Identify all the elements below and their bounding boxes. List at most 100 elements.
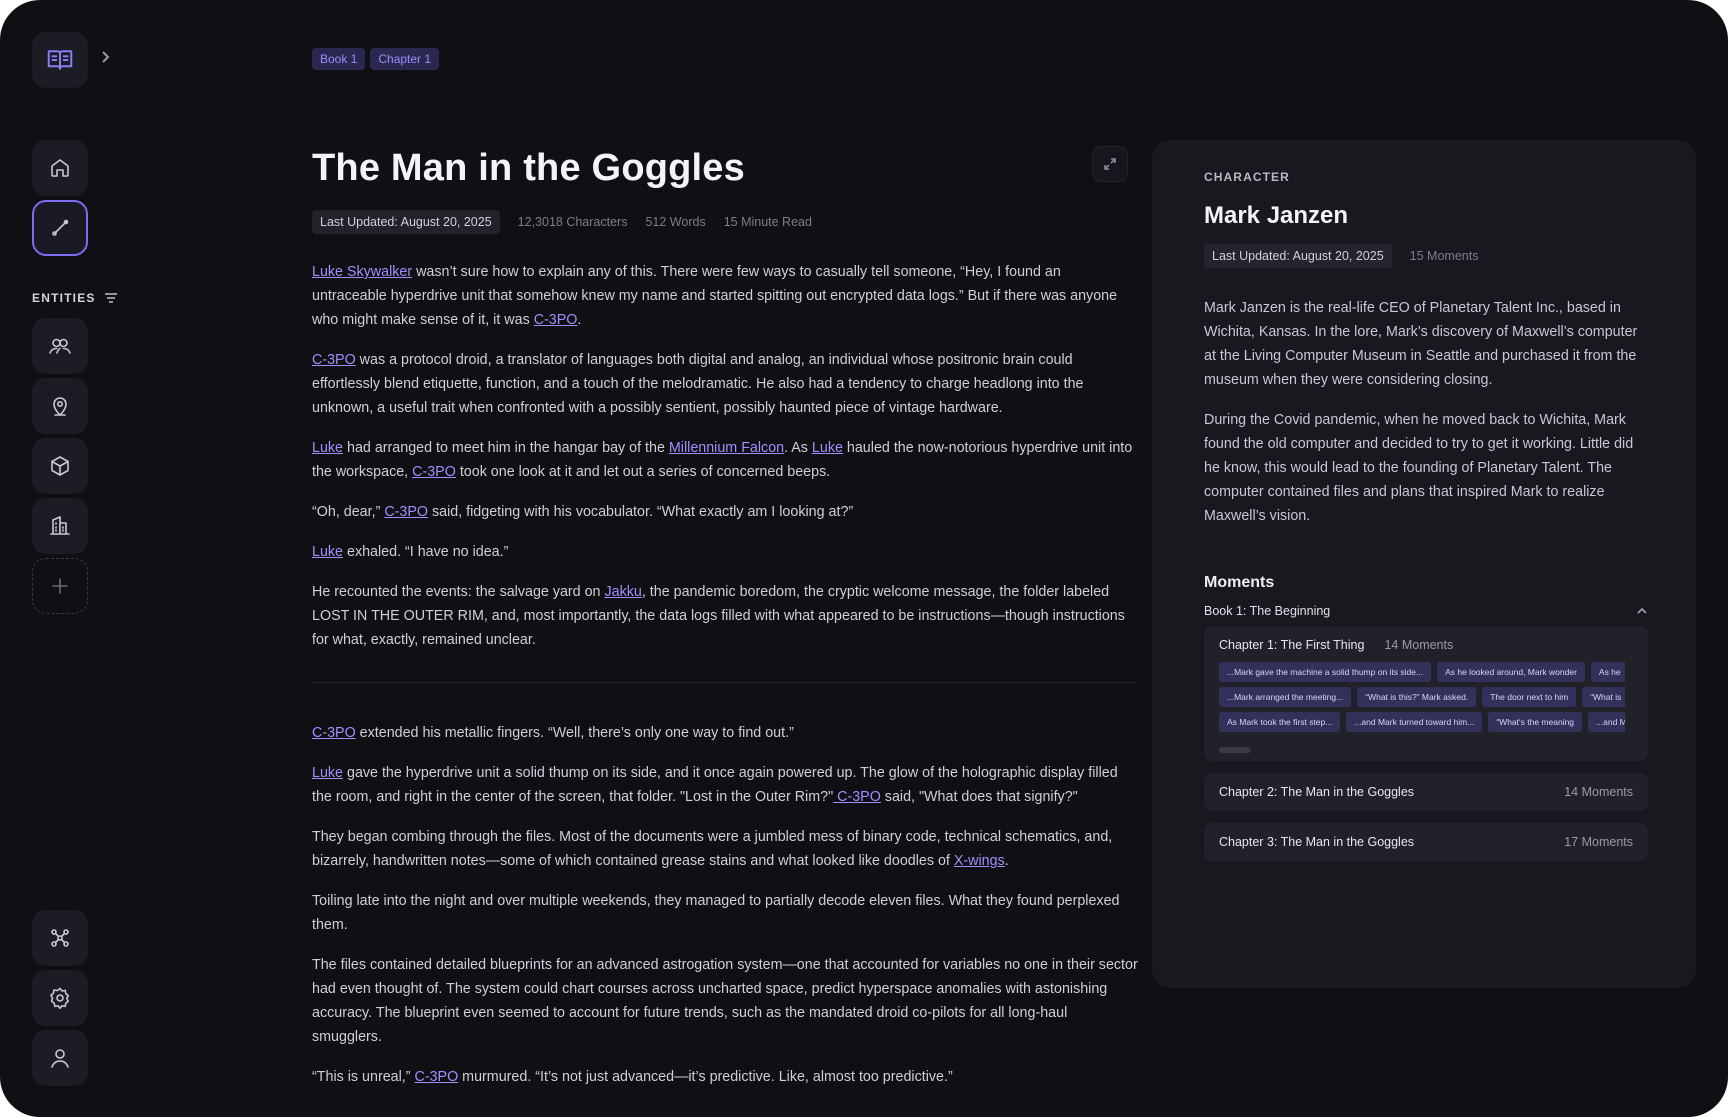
chapter-card-expanded[interactable]: Chapter 1: The First Thing 14 Moments ..… [1204, 626, 1648, 761]
breadcrumb-chapter[interactable]: Chapter 1 [370, 48, 440, 70]
chapter-title: Chapter 3: The Man in the Goggles [1219, 835, 1415, 849]
building-icon [50, 516, 70, 535]
moment-tag[interactable]: As Mark took the first step... [1219, 712, 1341, 732]
entities-label: ENTITIES [32, 291, 96, 305]
chapter-title: Chapter 1: The First Thing [1219, 638, 1365, 652]
bio-paragraph: During the Covid pandemic, when he moved… [1204, 412, 1634, 524]
app-frame: ENTITIES Book 1 Chapter 1 The Man in the… [0, 0, 1728, 1117]
chapter-moment-count: 14 Moments [1564, 785, 1633, 799]
sidebar-item-items[interactable] [32, 438, 88, 494]
moment-tag[interactable]: ...and Mark turned toward him... [1346, 712, 1483, 732]
filter-icon[interactable] [104, 292, 118, 304]
expand-sidebar-button[interactable] [98, 50, 112, 64]
panel-eyebrow: CHARACTER [1204, 170, 1290, 184]
book-label: Book 1: The Beginning [1204, 604, 1331, 618]
entity-link[interactable]: C-3PO [312, 725, 356, 741]
paragraph: Luke exhaled. “I have no idea.” [312, 544, 509, 560]
moment-tag[interactable]: ...Mark gave the machine a solid thump o… [1219, 662, 1432, 682]
chapter-card[interactable]: Chapter 2: The Man in the Goggles 14 Mom… [1204, 773, 1648, 811]
chapter-title: Chapter 2: The Man in the Goggles [1219, 785, 1415, 799]
paragraph: C-3PO was a protocol droid, a translator… [312, 352, 1084, 416]
moment-tag[interactable]: ...and M [1588, 712, 1625, 732]
plus-icon [52, 578, 68, 594]
book-icon [47, 50, 73, 70]
add-entity-button[interactable] [32, 558, 88, 614]
book-logo-button[interactable] [32, 32, 88, 88]
entity-link[interactable]: Jakku [604, 584, 641, 600]
last-updated-badge: Last Updated: August 20, 2025 [1204, 244, 1392, 268]
sidebar-item-write[interactable] [32, 200, 88, 256]
entity-link[interactable]: Luke [312, 440, 343, 456]
paragraph: Luke Skywalker wasn’t sure how to explai… [312, 264, 1118, 328]
sidebar-item-home[interactable] [32, 140, 88, 196]
moment-tag[interactable]: The door next to him [1482, 687, 1577, 707]
chapter-editor[interactable]: The Man in the Goggles Last Updated: Aug… [312, 140, 1138, 1105]
users-icon [49, 338, 71, 354]
entity-link[interactable]: C-3PO [384, 504, 428, 520]
moment-tag[interactable]: “What is [1582, 687, 1625, 707]
moment-tags: ...Mark gave the machine a solid thump o… [1219, 662, 1625, 737]
entity-link[interactable]: Luke Skywalker [312, 264, 412, 280]
sidebar-item-profile[interactable] [32, 1030, 88, 1086]
paragraph: “Oh, dear,” C-3PO said, fidgeting with h… [312, 504, 854, 520]
entities-header: ENTITIES [32, 291, 118, 305]
moment-tag[interactable]: “What's the meaning [1488, 712, 1583, 732]
paragraph: Toiling late into the night and over mul… [312, 893, 1120, 933]
sidebar-item-organizations[interactable] [32, 498, 88, 554]
chevron-up-icon [1637, 607, 1647, 614]
paragraph: “This is unreal,” C-3PO murmured. “It’s … [312, 1069, 953, 1085]
entity-link[interactable]: C-3PO [415, 1069, 459, 1085]
chapter-moment-count: 14 Moments [1384, 638, 1454, 652]
paragraph: C-3PO extended his metallic fingers. “We… [312, 725, 794, 741]
graph-icon [51, 929, 69, 947]
character-meta: Last Updated: August 20, 2025 15 Moments [1204, 244, 1648, 268]
tag-row: ...Mark arranged the meeting... “What is… [1219, 687, 1625, 707]
entity-link[interactable]: C-3PO [833, 789, 881, 805]
entity-link[interactable]: Luke [812, 440, 843, 456]
chapter-moment-count: 17 Moments [1564, 835, 1633, 849]
entity-link[interactable]: Millennium Falcon [669, 440, 784, 456]
moment-tag[interactable]: “What is this?” Mark asked. [1357, 687, 1477, 707]
paragraph: Luke had arranged to meet him in the han… [312, 440, 1133, 480]
moment-tag[interactable]: ...Mark arranged the meeting... [1219, 687, 1352, 707]
sidebar-item-characters[interactable] [32, 318, 88, 374]
character-name: Mark Janzen [1204, 202, 1349, 229]
section-divider [312, 682, 1138, 683]
entity-link[interactable]: Luke [312, 544, 343, 560]
book-accordion-header[interactable]: Book 1: The Beginning [1204, 604, 1648, 618]
tag-row: As Mark took the first step... ...and Ma… [1219, 712, 1625, 732]
article-meta: Last Updated: August 20, 2025 12,3018 Ch… [312, 210, 1138, 234]
moment-tag[interactable]: As he [1590, 662, 1625, 682]
moments-count: 15 Moments [1409, 249, 1479, 263]
tag-row: ...Mark gave the machine a solid thump o… [1219, 662, 1625, 682]
entity-link[interactable]: X-wings [954, 853, 1005, 869]
chevron-right-icon [102, 51, 110, 63]
chapter-card[interactable]: Chapter 3: The Man in the Goggles 17 Mom… [1204, 823, 1648, 861]
entity-link[interactable]: C-3PO [412, 464, 456, 480]
moments-heading: Moments [1204, 574, 1275, 591]
character-panel: CHARACTER Mark Janzen Last Updated: Augu… [1152, 140, 1696, 988]
horizontal-scrollbar[interactable] [1219, 747, 1251, 753]
character-bio: Mark Janzen is the real-life CEO of Plan… [1204, 296, 1648, 528]
bio-paragraph: Mark Janzen is the real-life CEO of Plan… [1204, 300, 1638, 388]
entity-link[interactable]: Luke [312, 765, 343, 781]
word-count: 512 Words [645, 215, 706, 229]
sidebar-item-locations[interactable] [32, 378, 88, 434]
breadcrumb-book[interactable]: Book 1 [312, 48, 366, 70]
sidebar-item-graph[interactable] [32, 910, 88, 966]
page-title: The Man in the Goggles [312, 147, 745, 189]
last-updated-badge: Last Updated: August 20, 2025 [312, 210, 500, 234]
home-icon [51, 159, 69, 177]
entity-link[interactable]: C-3PO [534, 312, 578, 328]
paragraph: They began combing through the files. Mo… [312, 829, 1113, 869]
chapter-body[interactable]: Luke Skywalker wasn’t sure how to explai… [312, 260, 1138, 1089]
paragraph: He recounted the events: the salvage yar… [312, 584, 1125, 648]
sidebar-item-settings[interactable] [32, 970, 88, 1026]
breadcrumb: Book 1 Chapter 1 [312, 48, 440, 70]
user-icon [51, 1049, 69, 1068]
moment-tag[interactable]: As he looked around, Mark wonder [1437, 662, 1585, 682]
entity-link[interactable]: C-3PO [312, 352, 356, 368]
gear-icon [50, 987, 70, 1010]
map-pin-icon [53, 397, 67, 416]
read-time: 15 Minute Read [723, 215, 812, 229]
